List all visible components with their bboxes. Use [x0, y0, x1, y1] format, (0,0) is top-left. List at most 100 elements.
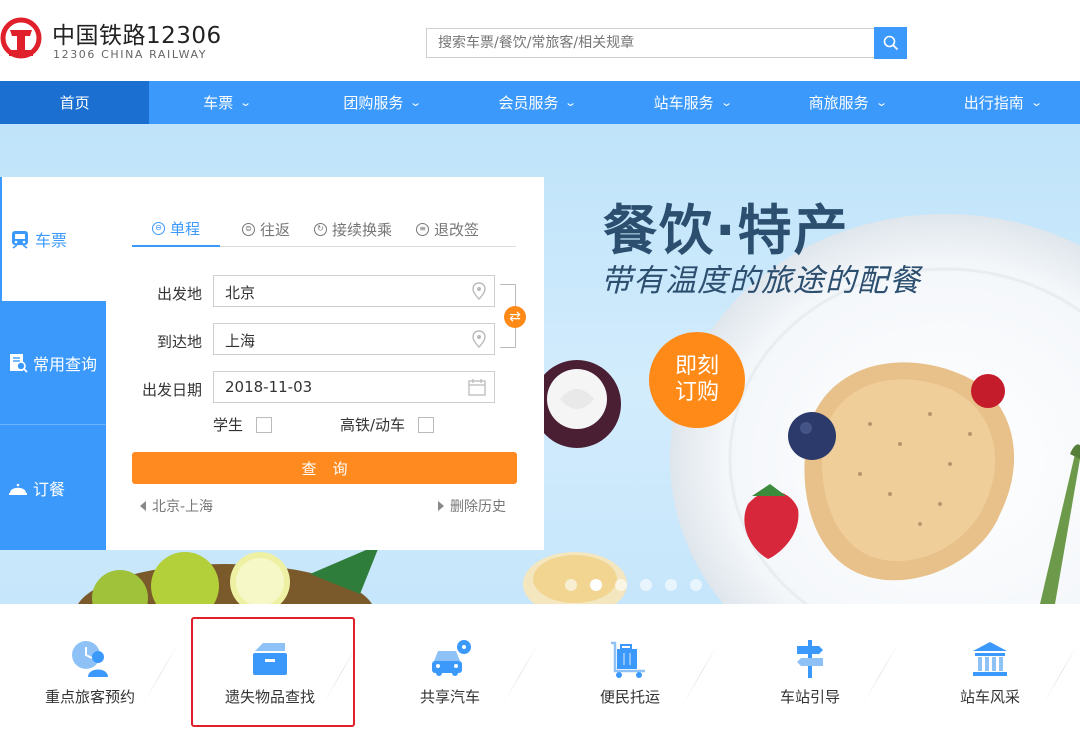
chevron-down-icon: ⌄ — [1029, 96, 1043, 109]
delete-history-label: 删除历史 — [450, 499, 506, 515]
nav-item-label: 团购服务 — [343, 94, 404, 112]
search-icon — [883, 35, 898, 51]
tab-label: 接续换乘 — [332, 220, 393, 239]
railway-logo-icon[interactable] — [0, 14, 48, 66]
carousel-dot[interactable] — [640, 579, 652, 591]
delete-history-button[interactable]: 删除历史 — [438, 496, 506, 516]
meal-cloche-icon — [9, 483, 27, 495]
one-way-icon: ⊖ — [152, 221, 165, 235]
chevron-down-icon: ⌄ — [409, 96, 423, 109]
nav-item-station-service[interactable]: 站车服务 ⌄ — [615, 81, 770, 124]
query-button[interactable]: 查询 — [132, 452, 517, 484]
nav-item-home[interactable]: 首页 — [0, 81, 150, 124]
nav-item-label: 车票 — [203, 94, 234, 112]
to-label: 到达地 — [156, 333, 202, 351]
nav-item-label: 出行指南 — [963, 94, 1024, 112]
chevron-down-icon: ⌄ — [239, 96, 253, 109]
shared-car-icon — [432, 640, 471, 676]
location-pin-icon — [472, 330, 486, 348]
tab-round-trip[interactable]: ⊜ 往返 — [242, 217, 290, 247]
side-tab-tickets[interactable]: 车票 — [0, 177, 106, 301]
search-input[interactable] — [426, 28, 874, 58]
date-label: 出发日期 — [141, 381, 202, 399]
nav-item-travel-guide[interactable]: 出行指南 ⌄ — [925, 81, 1080, 124]
nav-item-label: 首页 — [59, 94, 90, 112]
order-now-line2: 订购 — [674, 380, 719, 405]
service-label: 站车风采 — [959, 688, 1020, 706]
search-button[interactable] — [874, 27, 907, 59]
station-building-icon — [973, 642, 1007, 676]
nav-item-tickets[interactable]: 车票 ⌄ — [149, 81, 304, 124]
from-station-field[interactable]: 北京 — [213, 275, 495, 307]
order-now-button[interactable]: 即刻 订购 — [649, 332, 745, 428]
luggage-cart-icon — [611, 641, 645, 678]
trip-type-tabs: ⊖ 单程 ⊜ 往返 ↻ 接续换乘 ≡ 退改签 — [132, 217, 516, 247]
history-item-label: 北京-上海 — [152, 499, 214, 515]
carousel-dot[interactable] — [565, 579, 577, 591]
location-pin-icon — [472, 282, 486, 300]
banner-subtitle: 带有温度的旅途的配餐 — [601, 263, 921, 299]
highlight-box — [191, 617, 355, 727]
arrow-right-icon — [438, 501, 444, 511]
side-tabs: 车票 常用查询 订餐 — [0, 177, 106, 550]
document-search-icon — [10, 353, 28, 373]
service-station-guide[interactable]: 车站引导 — [720, 638, 900, 707]
service-label: 便民托运 — [599, 688, 660, 706]
history-item[interactable]: 北京-上海 — [140, 496, 213, 516]
service-shared-car[interactable]: 共享汽车 — [360, 638, 540, 707]
student-checkbox[interactable] — [256, 416, 273, 433]
service-label: 车站引导 — [779, 688, 840, 706]
brand-english: 12306 CHINA RAILWAY — [53, 48, 208, 61]
side-tab-label: 常用查询 — [33, 354, 98, 374]
tab-label: 单程 — [170, 219, 201, 238]
departure-date-field[interactable]: 2018-11-03 — [213, 371, 495, 403]
carousel-dot[interactable] — [690, 579, 702, 591]
ticket-booking-panel: ⊖ 单程 ⊜ 往返 ↻ 接续换乘 ≡ 退改签 出发地 北京 到达地 上海 ⇄ 出… — [106, 177, 544, 550]
highspeed-checkbox[interactable] — [418, 416, 435, 433]
departure-date-value: 2018-11-03 — [225, 378, 313, 396]
nav-item-member-service[interactable]: 会员服务 ⌄ — [460, 81, 615, 124]
nav-item-label: 站车服务 — [653, 94, 714, 112]
main-nav: 首页 车票 ⌄ 团购服务 ⌄ 会员服务 ⌄ 站车服务 ⌄ 商旅服务 ⌄ 出行指南… — [0, 81, 1080, 124]
brand-name[interactable]: 中国铁路12306 — [52, 16, 222, 50]
transfer-icon: ↻ — [314, 222, 328, 236]
side-tab-meal[interactable]: 订餐 — [0, 425, 106, 550]
carousel-dot-active[interactable] — [590, 579, 602, 591]
service-label: 共享汽车 — [419, 688, 480, 706]
service-luggage-delivery[interactable]: 便民托运 — [540, 638, 720, 707]
carousel-dots — [565, 579, 702, 591]
student-option[interactable]: 学生 — [213, 414, 273, 435]
services-row: 重点旅客预约 遗失物品查找 共享汽车 便民托运 车站引导 站车风采 — [0, 604, 1080, 740]
refund-change-icon: ≡ — [416, 222, 430, 236]
highspeed-label: 高铁/动车 — [340, 416, 406, 434]
calendar-icon[interactable] — [468, 378, 486, 396]
header: 中国铁路12306 12306 CHINA RAILWAY — [0, 0, 1080, 80]
service-label: 重点旅客预约 — [44, 688, 135, 706]
to-station-field[interactable]: 上海 — [213, 323, 495, 355]
service-station-showcase[interactable]: 站车风采 — [900, 638, 1080, 707]
from-station-value: 北京 — [225, 284, 256, 302]
chevron-down-icon: ⌄ — [564, 96, 578, 109]
student-label: 学生 — [213, 416, 244, 434]
nav-item-label: 商旅服务 — [808, 94, 869, 112]
carousel-dot[interactable] — [665, 579, 677, 591]
side-tab-common-query[interactable]: 常用查询 — [0, 301, 106, 425]
highspeed-option[interactable]: 高铁/动车 — [340, 414, 435, 435]
nav-item-group-service[interactable]: 团购服务 ⌄ — [304, 81, 459, 124]
chevron-down-icon: ⌄ — [719, 96, 733, 109]
service-priority-passenger[interactable]: 重点旅客预约 — [0, 638, 180, 707]
order-now-line1: 即刻 — [674, 354, 719, 379]
tab-transfer[interactable]: ↻ 接续换乘 — [314, 217, 392, 247]
tab-one-way[interactable]: ⊖ 单程 — [132, 217, 221, 247]
nav-item-label: 会员服务 — [498, 94, 559, 112]
chevron-down-icon: ⌄ — [874, 96, 888, 109]
nav-item-business-service[interactable]: 商旅服务 ⌄ — [770, 81, 925, 124]
signpost-icon — [797, 640, 823, 678]
to-station-value: 上海 — [225, 332, 256, 350]
round-trip-icon: ⊜ — [242, 222, 256, 236]
tab-refund-change[interactable]: ≡ 退改签 — [416, 217, 479, 247]
priority-passenger-icon — [72, 641, 108, 677]
swap-stations-button[interactable]: ⇄ — [504, 306, 526, 328]
carousel-dot[interactable] — [615, 579, 627, 591]
from-label: 出发地 — [156, 285, 202, 303]
